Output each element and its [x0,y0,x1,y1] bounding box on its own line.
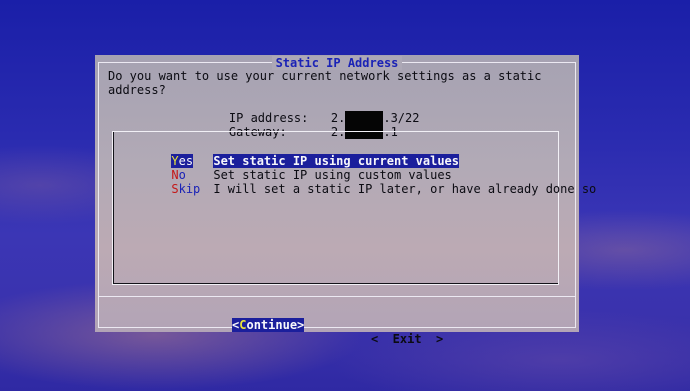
dialog-frame-left [98,62,99,328]
button-bar: <Continue> < Exit > [95,304,579,360]
menu-item-skip[interactable]: Skip I will set a static IP later, or hav… [128,168,596,210]
dialog-title: Static IP Address [95,56,579,70]
menu-list: Yes Set static IP using current values No… [112,131,596,285]
exit-button[interactable]: < Exit > [371,332,443,346]
continue-label: ontinue [246,318,298,332]
continue-close-bracket: > [297,318,305,332]
dialog-title-text: Static IP Address [271,56,403,70]
menu-item-description: I will set a static IP later, or have al… [213,182,597,196]
menu-item-tag: Skip [171,182,213,196]
tag-rest: kip [178,182,201,196]
hotkey-letter: S [171,182,179,196]
continue-button[interactable]: <Continue> [232,318,305,332]
static-ip-dialog: Static IP Address Do you want to use you… [95,55,596,346]
button-separator [98,296,576,297]
dialog-question: Do you want to use your current network … [108,69,542,97]
